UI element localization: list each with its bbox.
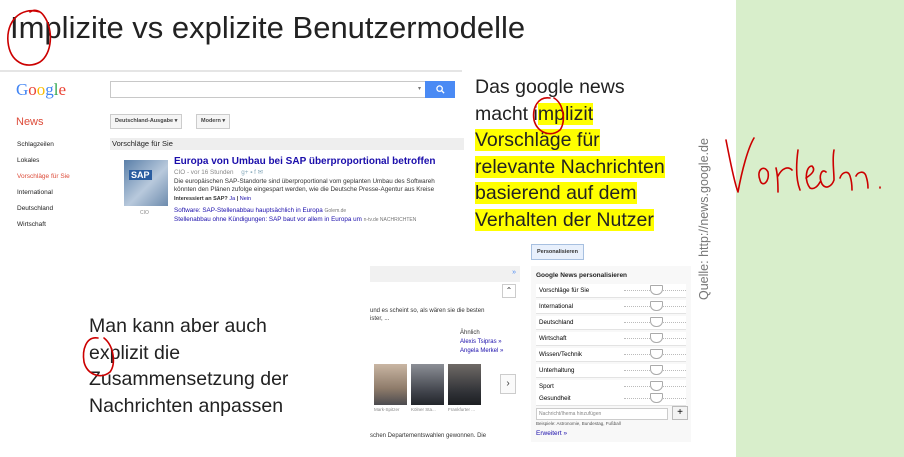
handwriting-vorlesen: [725, 137, 881, 193]
circle-ex-left: [82, 337, 115, 377]
circle-im-title: [7, 9, 52, 66]
ink-annotations: [7, 9, 881, 377]
circle-im-right: [532, 97, 565, 135]
